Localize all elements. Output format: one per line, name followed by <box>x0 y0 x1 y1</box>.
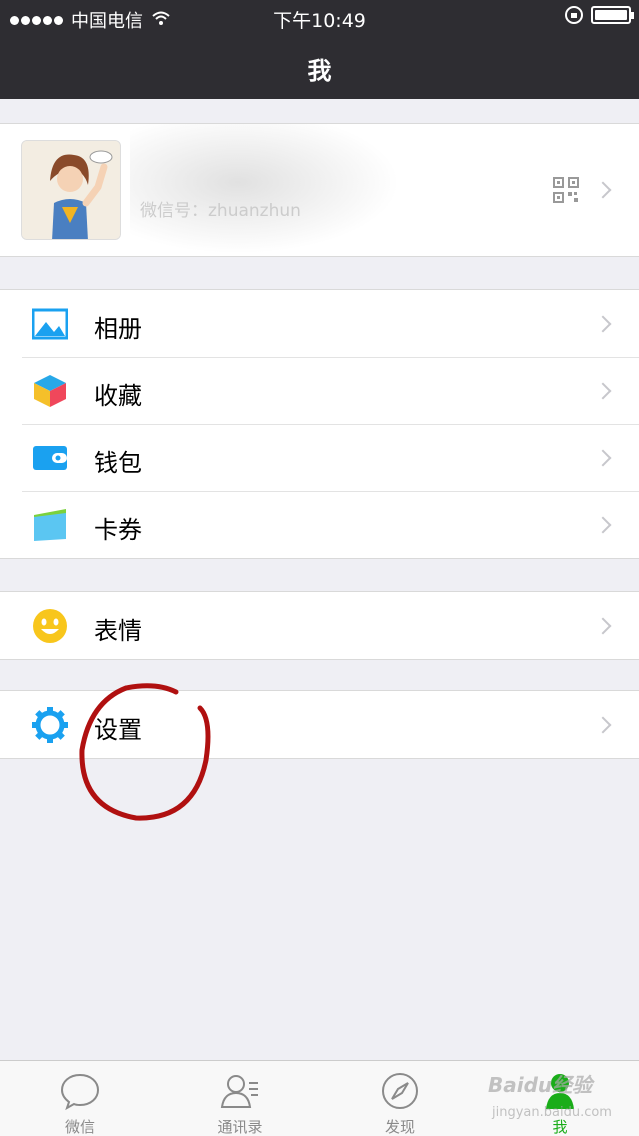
menu-label: 表情 <box>94 617 142 645</box>
orientation-lock-icon <box>565 6 583 24</box>
wechat-id: 微信号：zhuanzhun <box>140 201 301 221</box>
menu-label: 钱包 <box>94 449 142 477</box>
chevron-right-icon <box>594 382 612 400</box>
battery-icon <box>591 6 634 24</box>
menu-item-stickers[interactable]: 表情 <box>0 592 639 659</box>
menu-label: 卡券 <box>94 516 142 544</box>
chevron-right-icon <box>594 315 612 333</box>
menu-item-wallet[interactable]: 钱包 <box>0 424 639 491</box>
watermark-url: jingyan.baidu.com <box>492 1105 612 1120</box>
profile-card[interactable]: 微信号：zhuanzhun <box>0 123 639 257</box>
sticker-smiley-icon <box>33 609 67 643</box>
status-right <box>565 6 634 24</box>
tab-label: 微信 <box>64 1118 95 1136</box>
menu-item-album[interactable]: 相册 <box>0 290 639 357</box>
album-icon <box>32 308 68 340</box>
compass-icon <box>382 1073 418 1109</box>
watermark-logo: Baidu经验 <box>488 1073 593 1097</box>
menu-item-favorites[interactable]: 收藏 <box>0 357 639 424</box>
settings-gear-icon <box>32 707 68 743</box>
chevron-right-icon <box>594 449 612 467</box>
status-bar: 中国电信 下午10:49 <box>0 0 639 36</box>
tab-contacts[interactable]: 通讯录 <box>160 1061 320 1136</box>
tab-chats[interactable]: 微信 <box>0 1061 160 1136</box>
redaction-scribble <box>130 124 400 254</box>
chevron-right-icon <box>594 516 612 534</box>
tab-label: 发现 <box>384 1118 415 1136</box>
annotation-circle <box>79 683 211 821</box>
menu-group-stickers: 表情 <box>0 591 639 660</box>
card-coupon-icon <box>34 509 66 541</box>
menu-label: 收藏 <box>94 382 142 410</box>
chevron-right-icon <box>594 617 612 635</box>
menu-group-main: 相册 收藏 钱包 卡券 <box>0 289 639 559</box>
chat-bubble-icon <box>60 1073 100 1111</box>
status-time: 下午10:49 <box>273 10 366 32</box>
contacts-icon <box>220 1075 258 1108</box>
tab-label: 通讯录 <box>217 1118 263 1136</box>
menu-label: 相册 <box>94 315 142 343</box>
wallet-icon <box>33 446 67 470</box>
favorites-icon <box>34 375 66 407</box>
nav-bar: 我 <box>0 36 639 99</box>
tab-discover[interactable]: 发现 <box>320 1061 480 1136</box>
chevron-right-icon <box>594 716 612 734</box>
tab-bar: 微信 通讯录 发现 我 Baidu经验 jingyan.baidu.com <box>0 1060 639 1136</box>
qr-code-icon[interactable] <box>553 177 579 203</box>
chevron-right-icon <box>594 181 612 199</box>
page-title: 我 <box>307 57 332 85</box>
menu-item-card-coupon[interactable]: 卡券 <box>0 491 639 558</box>
avatar[interactable] <box>21 140 121 240</box>
